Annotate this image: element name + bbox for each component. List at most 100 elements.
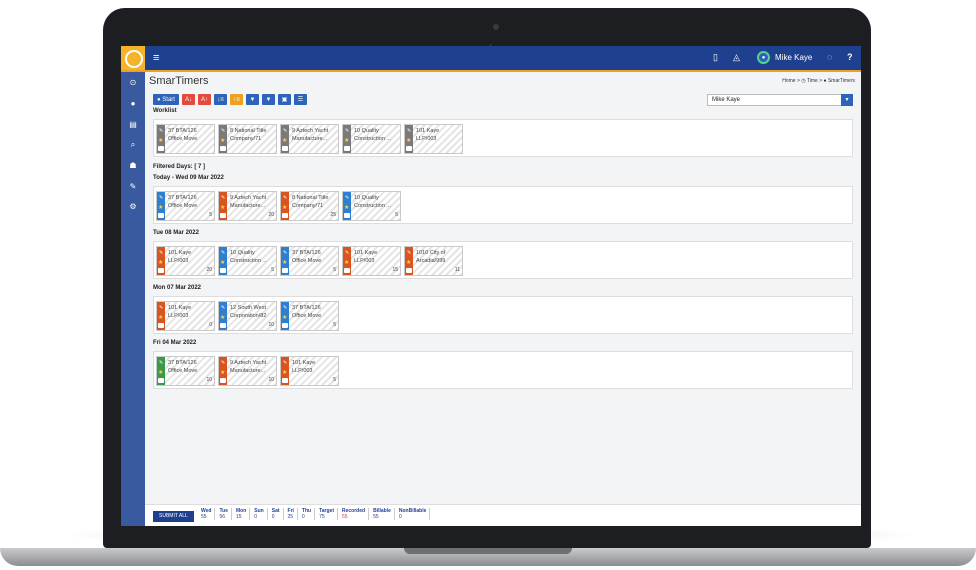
edit-icon[interactable]: ✎ [221, 360, 225, 366]
calendar-icon[interactable] [406, 146, 412, 151]
edit-icon[interactable]: ✎ [221, 195, 225, 201]
menu-icon[interactable]: ≡ [153, 52, 159, 64]
timer-card[interactable]: ✎ ★ 1010 City of Arcadia/999 11 [404, 246, 463, 276]
timer-card[interactable]: ✎ ★ 10 Quality Construction ... 5 [218, 246, 277, 276]
edit-icon[interactable]: ✎ [407, 128, 411, 134]
edit-icon[interactable]: ✎ [221, 305, 225, 311]
edit-icon[interactable]: ✎ [283, 195, 287, 201]
star-icon[interactable]: ★ [158, 314, 163, 321]
star-icon[interactable]: ★ [344, 137, 349, 144]
star-icon[interactable]: ★ [220, 137, 225, 144]
star-icon[interactable]: ★ [220, 259, 225, 266]
gear-icon[interactable]: ⚙ [121, 202, 145, 211]
timer-card[interactable]: ✎ ★ 8 National Title Company/71 25 [280, 191, 339, 221]
edit-icon[interactable]: ✎ [159, 195, 163, 201]
timer-card[interactable]: ✎ ★ 37 BTA/126 Office Move 5 [280, 301, 339, 331]
help-icon[interactable]: ? [847, 52, 853, 62]
star-icon[interactable]: ★ [220, 369, 225, 376]
calendar-icon[interactable] [220, 213, 226, 218]
chevron-down-icon[interactable]: ▾ [841, 94, 853, 106]
calendar-icon[interactable] [158, 323, 164, 328]
calendar-icon[interactable] [282, 378, 288, 383]
edit-icon[interactable]: ✎ [159, 360, 163, 366]
toolbar-sort-filter-button[interactable]: ▣ [277, 94, 291, 105]
timer-card[interactable]: ✎ ★ 101 Kaye LLP/003 20 [156, 246, 215, 276]
star-icon[interactable]: ★ [220, 204, 225, 211]
edit-icon[interactable]: ✎ [345, 195, 349, 201]
timer-card[interactable]: ✎ ★ 37 BTA/126 Office Move [156, 124, 215, 154]
edit-icon[interactable]: ✎ [283, 128, 287, 134]
edit-icon[interactable]: ✎ [283, 360, 287, 366]
app-logo[interactable] [121, 46, 145, 70]
calendar-icon[interactable] [220, 268, 226, 273]
edit-icon[interactable]: ✎ [345, 128, 349, 134]
calendar-icon[interactable] [282, 213, 288, 218]
star-icon[interactable]: ★ [282, 259, 287, 266]
calendar-icon[interactable] [282, 268, 288, 273]
search-icon[interactable]: ⌕ [121, 140, 145, 150]
calendar-icon[interactable] [158, 378, 164, 383]
edit-icon[interactable]: ✎ [345, 250, 349, 256]
calendar-icon[interactable] [220, 146, 226, 151]
breadcrumb[interactable]: Home > ◷ Time > ● SmarTimers [782, 78, 855, 84]
timer-card[interactable]: ✎ ★ 37 BTA/126 Office Move 5 [280, 246, 339, 276]
dashboard-icon[interactable]: ⊙ [121, 78, 145, 87]
edit-icon[interactable]: ✎ [221, 250, 225, 256]
toolbar-sort-filter-button[interactable]: ☰ [293, 94, 307, 105]
timer-card[interactable]: ✎ ★ 12 South West Corporation/82 10 [218, 301, 277, 331]
timer-card[interactable]: ✎ ★ 9 Aztech Yacht Manufacture... [280, 124, 339, 154]
home-icon[interactable]: ☗ [121, 161, 145, 170]
calendar-icon[interactable] [406, 268, 412, 273]
user-select[interactable]: Mike Kaye ▾ [707, 94, 853, 106]
edit-icon[interactable]: ✎ [159, 250, 163, 256]
calendar-icon[interactable] [344, 213, 350, 218]
timer-card[interactable]: ✎ ★ 37 BTA/126 Office Move 5 [156, 191, 215, 221]
timer-card[interactable]: ✎ ★ 10 Quality Construction ... [342, 124, 401, 154]
calendar-icon[interactable] [158, 146, 164, 151]
star-icon[interactable]: ★ [282, 369, 287, 376]
calendar-icon[interactable] [282, 146, 288, 151]
toolbar-sort-filter-button[interactable]: ▼ [261, 94, 275, 105]
toolbar-sort-filter-button[interactable]: ↓≡ [213, 94, 227, 105]
star-icon[interactable]: ★ [158, 259, 163, 266]
chat-icon[interactable]: ◌ [827, 52, 832, 62]
bell-icon[interactable]: ◬ [733, 52, 740, 63]
user-menu[interactable]: ● Mike Kaye [757, 49, 812, 66]
calendar-icon[interactable] [344, 146, 350, 151]
edit-icon[interactable]: ✎ [283, 305, 287, 311]
timer-card[interactable]: ✎ ★ 37 BTA/126 Office Move 10 [156, 356, 215, 386]
calendar-icon[interactable] [158, 268, 164, 273]
edit-icon[interactable]: ✎ [159, 305, 163, 311]
timer-card[interactable]: ✎ ★ 9 Aztech Yacht Manufacture... 20 [218, 191, 277, 221]
star-icon[interactable]: ★ [406, 137, 411, 144]
star-icon[interactable]: ★ [158, 369, 163, 376]
wrench-icon[interactable]: ✎ [121, 182, 145, 191]
edit-icon[interactable]: ✎ [283, 250, 287, 256]
star-icon[interactable]: ★ [282, 137, 287, 144]
star-icon[interactable]: ★ [406, 259, 411, 266]
timer-card[interactable]: ✎ ★ 9 Aztech Yacht Manufacture... 10 [218, 356, 277, 386]
star-icon[interactable]: ★ [282, 314, 287, 321]
timer-card[interactable]: ✎ ★ 101 Kaye LLP/003 [404, 124, 463, 154]
calendar-icon[interactable] [344, 268, 350, 273]
star-icon[interactable]: ★ [220, 314, 225, 321]
toolbar-sort-filter-button[interactable]: A↑ [197, 94, 211, 105]
timer-card[interactable]: ✎ ★ 8 National Title Company/71 [218, 124, 277, 154]
calendar-icon[interactable] [220, 323, 226, 328]
star-icon[interactable]: ★ [344, 204, 349, 211]
calendar-icon[interactable] [282, 323, 288, 328]
timer-card[interactable]: ✎ ★ 101 Kaye LLP/003 0 [156, 301, 215, 331]
star-icon[interactable]: ★ [158, 204, 163, 211]
timer-card[interactable]: ✎ ★ 101 Kaye LLP/003 15 [342, 246, 401, 276]
mobile-icon[interactable]: ▯ [713, 52, 718, 63]
submit-all-button[interactable]: SUBMIT ALL [153, 511, 194, 522]
calendar-icon[interactable] [220, 378, 226, 383]
user-icon[interactable]: ● [121, 99, 145, 108]
timer-card[interactable]: ✎ ★ 101 Kaye LLP/003 5 [280, 356, 339, 386]
toolbar-sort-filter-button[interactable]: A↓ [181, 94, 195, 105]
calendar-icon[interactable] [158, 213, 164, 218]
start-button[interactable]: ● Start [153, 94, 179, 105]
edit-icon[interactable]: ✎ [407, 250, 411, 256]
edit-icon[interactable]: ✎ [159, 128, 163, 134]
edit-icon[interactable]: ✎ [221, 128, 225, 134]
